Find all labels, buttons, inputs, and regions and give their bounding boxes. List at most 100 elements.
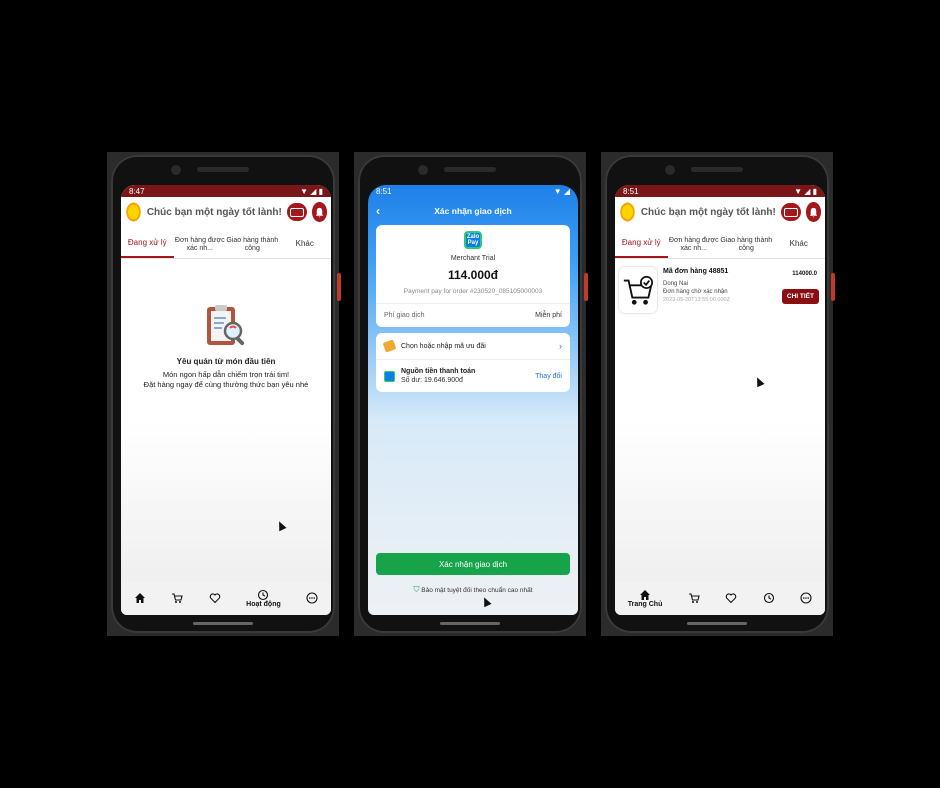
security-text: Bảo mật tuyệt đối theo chuẩn cao nhất	[421, 587, 533, 594]
payment-summary-card: Zalo Pay Merchant Trial 114.000đ Payment…	[376, 225, 570, 327]
order-date: 2023-05-20T13:55:00.000Z	[663, 296, 730, 303]
back-arrow-icon[interactable]: ‹	[376, 204, 396, 218]
cart-icon	[172, 593, 183, 603]
power-button	[337, 273, 341, 301]
fee-value: Miễn phí	[535, 312, 562, 319]
confirm-transaction-button[interactable]: Xác nhận giao dịch	[376, 553, 570, 575]
mouse-cursor	[275, 519, 287, 532]
order-reference: Payment pay for order #230520_0851050000…	[403, 288, 543, 295]
tab-processing[interactable]: Đang xử lý	[121, 231, 174, 258]
status-bar: 8:47 ▼ ◢ ▮	[121, 185, 331, 197]
tab-other[interactable]: Khác	[279, 231, 332, 258]
wallet-button[interactable]	[780, 203, 801, 221]
payment-source-row: Nguồn tiền thanh toán Số dư: 19.646.900đ…	[376, 360, 570, 392]
merchant-name: Merchant Trial	[450, 255, 496, 262]
empty-title: Yêu quán từ món đầu tiên	[176, 357, 276, 366]
speaker	[444, 167, 496, 172]
status-time: 8:47	[129, 186, 145, 196]
tab-delivered[interactable]: Giao hàng thành công	[720, 231, 773, 258]
mouse-cursor	[753, 375, 765, 388]
empty-desc-line-2: Đặt hàng ngay để cùng thưởng thức bạn yê…	[143, 379, 309, 389]
order-location: Dong Nai	[663, 280, 689, 287]
fee-label: Phí giao dịch	[384, 312, 425, 319]
empty-state: Yêu quán từ món đầu tiên Món ngon hấp dẫ…	[121, 303, 331, 390]
camera	[418, 165, 428, 175]
phone-frame-2: 8:51 ▼ ◢ ‹ Xác nhận giao dịch Zalo Pay M…	[354, 152, 588, 636]
history-icon	[763, 592, 774, 604]
change-source-link[interactable]: Thay đổi	[535, 373, 562, 380]
nav-activity[interactable]	[763, 592, 775, 604]
screen-orders-empty: 8:47 ▼ ◢ ▮ Chúc bạn một ngày tốt lành! Đ…	[121, 185, 331, 615]
order-cart-check-icon	[619, 267, 657, 313]
status-icons: ▼ ◢ ▮	[300, 186, 323, 196]
sun-icon	[125, 201, 142, 223]
status-icons: ▼ ◢	[553, 186, 570, 196]
source-balance: Số dư: 19.646.900đ	[401, 377, 463, 384]
tab-processing[interactable]: Đang xử lý	[615, 231, 668, 258]
nav-activity[interactable]: Hoạt động	[246, 589, 281, 608]
camera	[665, 165, 675, 175]
promo-label: Chọn hoặc nhập mã ưu đãi	[401, 342, 486, 350]
status-icons: ▼ ◢ ▮	[794, 186, 817, 196]
order-list-item: Mã đơn hàng 48851 Dong Nai Đơn hàng chờ …	[615, 259, 825, 321]
empty-desc-line-1: Món ngon hấp dẫn chiếm trọn trái tim!	[162, 370, 290, 379]
more-icon	[800, 592, 812, 604]
wallet-button[interactable]	[286, 203, 307, 221]
nav-home[interactable]	[134, 592, 146, 604]
payment-title: Xác nhận giao dịch	[434, 206, 512, 216]
card-icon	[289, 207, 304, 217]
power-button	[584, 273, 588, 301]
order-status: Đơn hàng chờ xác nhận	[663, 289, 728, 296]
power-button	[831, 273, 835, 301]
greeting-header: Chúc bạn một ngày tốt lành!	[615, 197, 825, 227]
order-detail-button[interactable]: CHI TIẾT	[781, 289, 819, 304]
sun-icon	[619, 201, 636, 223]
heart-icon	[726, 593, 737, 604]
home-indicator	[440, 622, 500, 625]
zalopay-logo-icon: Zalo Pay	[464, 231, 482, 249]
nav-more[interactable]	[800, 592, 812, 604]
nav-home-label: Trang Chủ	[627, 600, 663, 608]
voucher-icon	[382, 339, 397, 353]
screen-orders-list: 8:51 ▼ ◢ ▮ Chúc bạn một ngày tốt lành! Đ…	[615, 185, 825, 615]
history-icon	[258, 589, 269, 600]
greeting-text: Chúc bạn một ngày tốt lành!	[640, 206, 776, 218]
tab-delivered[interactable]: Giao hàng thành công	[226, 231, 279, 258]
cart-icon	[688, 593, 700, 603]
greeting-header: Chúc bạn một ngày tốt lành!	[121, 197, 331, 227]
bottom-nav: Trang Chủ	[615, 581, 825, 615]
bell-icon	[315, 207, 324, 218]
speaker	[197, 167, 249, 172]
home-icon	[134, 593, 145, 603]
payment-amount: 114.000đ	[447, 268, 499, 282]
status-bar: 8:51 ▼ ◢ ▮	[615, 185, 825, 197]
speaker	[691, 167, 743, 172]
status-time: 8:51	[376, 186, 392, 196]
notification-button[interactable]	[311, 202, 327, 222]
tab-other[interactable]: Khác	[773, 231, 826, 258]
greeting-text: Chúc bạn một ngày tốt lành!	[146, 206, 282, 218]
order-tabs: Đang xử lý Đơn hàng được xác nh... Giao …	[615, 231, 825, 259]
mouse-cursor	[480, 595, 492, 608]
tab-confirmed[interactable]: Đơn hàng được xác nh...	[174, 231, 227, 258]
nav-cart[interactable]	[171, 592, 183, 604]
more-icon	[306, 592, 318, 604]
nav-favorites[interactable]	[725, 592, 737, 604]
heart-icon	[209, 593, 220, 604]
tab-confirmed[interactable]: Đơn hàng được xác nh...	[668, 231, 721, 258]
nav-more[interactable]	[306, 592, 318, 604]
nav-favorites[interactable]	[209, 592, 221, 604]
home-icon	[640, 589, 651, 600]
options-card: Chọn hoặc nhập mã ưu đãi › Nguồn tiền th…	[376, 333, 570, 392]
phone-frame-3: 8:51 ▼ ◢ ▮ Chúc bạn một ngày tốt lành! Đ…	[601, 152, 835, 636]
nav-cart[interactable]	[688, 592, 700, 604]
promo-row[interactable]: Chọn hoặc nhập mã ưu đãi ›	[376, 333, 570, 360]
security-note: ⛉ Bảo mật tuyệt đối theo chuẩn cao nhất	[368, 585, 578, 595]
order-tabs: Đang xử lý Đơn hàng được xác nh... Giao …	[121, 231, 331, 259]
nav-home[interactable]: Trang Chủ	[627, 589, 663, 608]
phone-frame-1: 8:47 ▼ ◢ ▮ Chúc bạn một ngày tốt lành! Đ…	[107, 152, 341, 636]
notification-button[interactable]	[805, 202, 821, 222]
source-title: Nguồn tiền thanh toán	[401, 368, 476, 375]
card-icon	[783, 207, 798, 217]
screen-payment-confirm: 8:51 ▼ ◢ ‹ Xác nhận giao dịch Zalo Pay M…	[368, 185, 578, 615]
